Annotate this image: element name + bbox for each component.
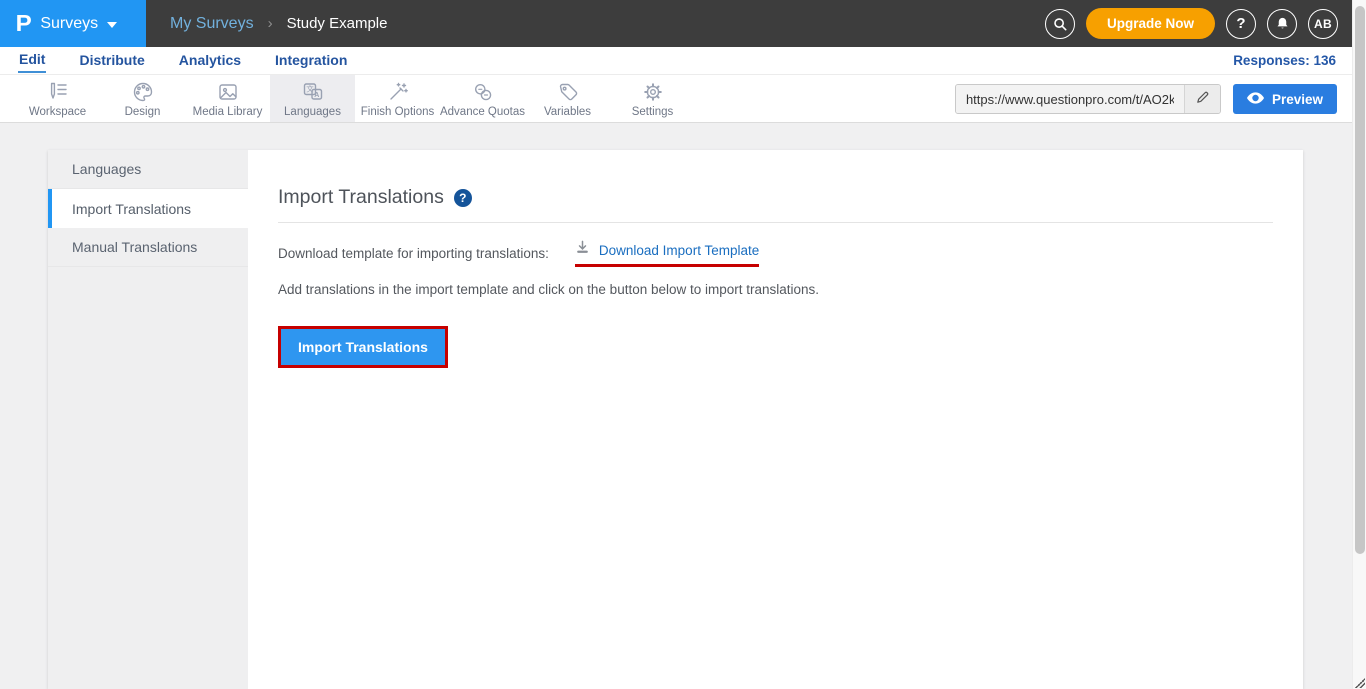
eye-icon <box>1247 92 1264 107</box>
upgrade-now-button[interactable]: Upgrade Now <box>1086 8 1215 39</box>
content-area: Languages Import Translations Manual Tra… <box>0 123 1352 689</box>
toolbar-item-design[interactable]: Design <box>100 75 185 122</box>
notifications-button[interactable] <box>1267 9 1297 39</box>
translate-icon: 文 A <box>301 80 325 104</box>
toolbar-item-languages[interactable]: 文 A Languages <box>270 75 355 122</box>
page-title: Import Translations <box>278 186 444 209</box>
survey-nav-tabs: Edit Distribute Analytics Integration Re… <box>0 47 1366 75</box>
toolbar-item-variables[interactable]: Variables <box>525 75 610 122</box>
import-translations-button[interactable]: Import Translations <box>281 329 445 365</box>
avatar-initials: AB <box>1314 17 1332 31</box>
tab-distribute[interactable]: Distribute <box>78 49 145 72</box>
download-icon <box>575 240 590 260</box>
languages-sidebar: Languages Import Translations Manual Tra… <box>48 150 248 689</box>
workspace-icon <box>46 80 70 104</box>
palette-icon <box>131 80 155 104</box>
question-mark-icon: ? <box>1236 15 1245 32</box>
breadcrumb-current-survey: Study Example <box>287 15 388 32</box>
import-translations-panel: Import Translations ? Download template … <box>248 150 1303 689</box>
resize-grip[interactable] <box>1355 678 1365 688</box>
svg-text:文: 文 <box>306 83 314 93</box>
toolbar-item-advance-quotas[interactable]: Advance Quotas <box>440 75 525 122</box>
survey-url-input[interactable] <box>956 85 1184 113</box>
toolbar-item-media-library[interactable]: Media Library <box>185 75 270 122</box>
sidebar-item-import-translations[interactable]: Import Translations <box>48 189 248 228</box>
instructions-text: Add translations in the import template … <box>278 282 1273 297</box>
help-badge-icon[interactable]: ? <box>454 189 472 207</box>
preview-button[interactable]: Preview <box>1233 84 1337 114</box>
questionpro-logo: P <box>16 12 32 35</box>
svg-text:A: A <box>314 91 319 98</box>
edit-toolbar: Workspace Design Media Library 文 <box>0 75 1366 123</box>
edit-url-button[interactable] <box>1184 85 1220 113</box>
scrollbar-thumb[interactable] <box>1355 6 1365 554</box>
sidebar-item-manual-translations[interactable]: Manual Translations <box>48 228 248 267</box>
search-icon <box>1052 16 1068 32</box>
annotation-highlight-box: Import Translations <box>278 326 448 368</box>
tab-analytics[interactable]: Analytics <box>178 49 242 72</box>
toolbar-right: Preview <box>955 75 1337 123</box>
tag-icon <box>556 80 580 104</box>
chain-links-icon <box>471 80 495 104</box>
tab-edit[interactable]: Edit <box>18 48 46 73</box>
tab-integration[interactable]: Integration <box>274 49 348 72</box>
breadcrumb: My Surveys › Study Example <box>170 0 387 47</box>
help-button[interactable]: ? <box>1226 9 1256 39</box>
product-switcher[interactable]: P Surveys <box>0 0 146 47</box>
search-button[interactable] <box>1045 9 1075 39</box>
pencil-icon <box>1195 90 1210 108</box>
image-icon <box>216 80 240 104</box>
download-template-label: Download template for importing translat… <box>278 246 549 261</box>
gear-icon <box>641 80 665 104</box>
languages-card: Languages Import Translations Manual Tra… <box>48 150 1303 689</box>
toolbar-item-workspace[interactable]: Workspace <box>15 75 100 122</box>
responses-count[interactable]: Responses: 136 <box>1233 53 1336 68</box>
chevron-down-icon <box>107 22 117 28</box>
account-avatar[interactable]: AB <box>1308 9 1338 39</box>
download-link-highlight: Download Import Template <box>575 240 759 267</box>
download-import-template-link[interactable]: Download Import Template <box>599 243 759 258</box>
bell-icon <box>1275 16 1290 31</box>
magic-wand-icon <box>386 80 410 104</box>
topbar: P Surveys My Surveys › Study Example Upg… <box>0 0 1366 47</box>
breadcrumb-my-surveys[interactable]: My Surveys <box>170 15 254 33</box>
toolbar-item-settings[interactable]: Settings <box>610 75 695 122</box>
breadcrumb-separator-icon: › <box>268 15 273 32</box>
product-name: Surveys <box>40 15 98 33</box>
divider <box>278 222 1273 223</box>
vertical-scrollbar[interactable] <box>1352 0 1366 689</box>
sidebar-item-languages[interactable]: Languages <box>48 150 248 189</box>
topbar-actions: Upgrade Now ? AB <box>1045 0 1338 47</box>
survey-url-box <box>955 84 1221 114</box>
toolbar-item-finish-options[interactable]: Finish Options <box>355 75 440 122</box>
